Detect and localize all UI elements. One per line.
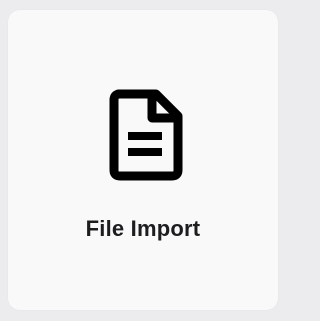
file-import-card[interactable]: File Import [8,10,278,310]
card-label: File Import [85,216,201,241]
file-document-icon [108,88,184,182]
